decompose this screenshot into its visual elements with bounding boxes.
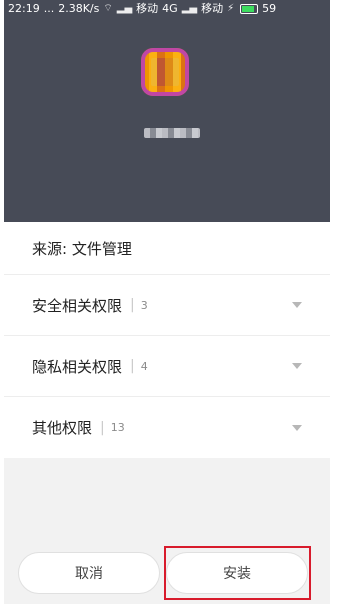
cancel-label: 取消 [75,566,103,582]
status-dots: ... [43,2,55,15]
permission-count: 13 [110,421,125,434]
permission-count: 4 [140,359,148,373]
permission-label: 隐私相关权限 [32,357,123,376]
source-label: 来源: 文件管理 [32,239,132,258]
status-bar: 22:19 ... 2.38K/s ⌔ ▂▄ 移动 4G ▂▄ 移动 ⚡ 59 [4,0,330,18]
chevron-down-icon [292,302,302,308]
chevron-down-icon [292,424,302,431]
charging-icon: ⚡ [227,3,235,14]
status-battery: 59 [262,2,277,15]
permission-count: 3 [140,298,148,312]
cancel-button[interactable]: 取消 [18,552,160,594]
permission-label: 安全相关权限 [32,296,123,315]
source-row: 来源: 文件管理 [4,222,330,275]
status-network: 4G [162,2,178,15]
permission-label: 其他权限 [32,419,93,437]
install-button[interactable]: 安装 [166,552,308,594]
install-screen: 22:19 ... 2.38K/s ⌔ ▂▄ 移动 4G ▂▄ 移动 ⚡ 59 … [4,0,330,604]
permission-row-security[interactable]: 安全相关权限 | 3 [4,275,330,336]
battery-icon [240,4,259,14]
action-footer: 取消 安装 [4,458,330,604]
signal-icon-2: ▂▄ [181,3,198,14]
app-icon [141,48,189,96]
permission-row-other[interactable]: 其他权限 | 13 [4,397,330,458]
app-header: 22:19 ... 2.38K/s ⌔ ▂▄ 移动 4G ▂▄ 移动 ⚡ 59 [4,0,330,222]
permission-row-privacy[interactable]: 隐私相关权限 | 4 [4,336,330,397]
status-carrier-2: 移动 [201,2,224,15]
signal-icon: ▂▄ [116,3,133,14]
separator: | [130,358,135,374]
separator: | [100,419,105,436]
app-name-blurred [144,128,200,138]
status-time: 22:19 [8,2,40,15]
separator: | [130,297,135,313]
wifi-icon: ⌔ [103,3,113,14]
status-speed: 2.38K/s [58,2,100,15]
install-label: 安装 [223,566,251,582]
permissions-panel: 来源: 文件管理 安全相关权限 | 3 隐私相关权限 | 4 其他权限 | 13 [4,222,330,458]
chevron-down-icon [292,363,302,369]
status-carrier-1: 移动 [136,2,159,15]
